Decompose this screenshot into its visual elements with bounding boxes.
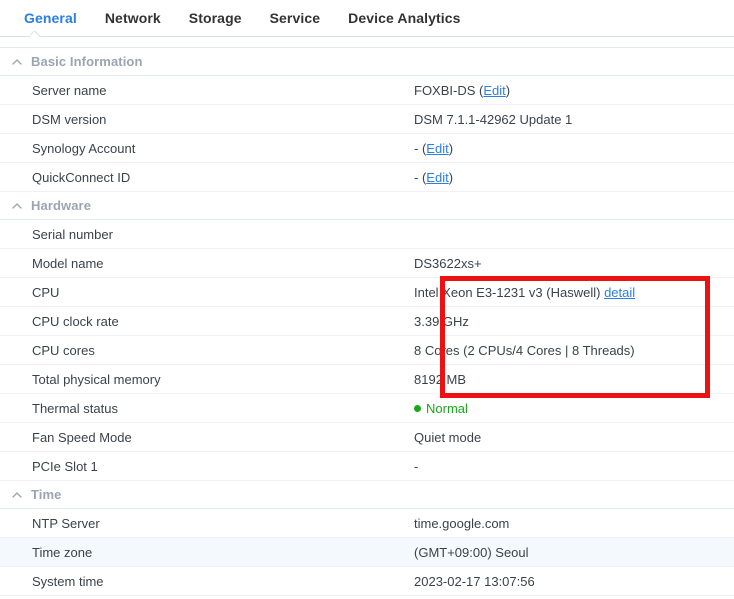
system-info-page: General Network Storage Service Device Analy… — [0, 0, 734, 599]
info-row: DSM version DSM 7.1.1-42962 Update 1 — [0, 105, 734, 134]
chevron-up-icon[interactable] — [10, 488, 24, 502]
info-row-label: Synology Account — [32, 140, 136, 156]
edit-link[interactable]: Edit — [483, 83, 505, 98]
info-row-label: Fan Speed Mode — [32, 429, 132, 445]
edit-link[interactable]: Edit — [426, 141, 448, 156]
info-row-value: 8192 MB — [414, 372, 734, 387]
active-tab-pointer-icon — [30, 31, 41, 37]
status-dot-icon — [414, 404, 421, 412]
info-row-value-text: 2023-02-17 13:07:56 — [414, 573, 535, 589]
info-row: QuickConnect ID - (Edit) — [0, 163, 734, 192]
info-row-label: Serial number — [32, 226, 113, 242]
info-row: Server name FOXBI-DS (Edit) — [0, 76, 734, 105]
info-row: PCIe Slot 1 - — [0, 452, 734, 481]
info-row: Total physical memory 8192 MB — [0, 365, 734, 394]
info-row-label: Time zone — [32, 544, 93, 560]
section-title: Time — [31, 487, 62, 502]
info-row-value-text: - — [414, 458, 419, 474]
tab-service[interactable]: Service — [256, 0, 335, 36]
info-row-value: Intel Xeon E3-1231 v3 (Haswell) detail — [414, 285, 734, 300]
info-row-label: Server name — [32, 82, 107, 98]
info-row-label: CPU — [32, 284, 60, 300]
info-row: Serial number — [0, 220, 734, 249]
info-panel: Basic Information Server name FOXBI-DS (Ed… — [0, 48, 734, 596]
info-row: System time 2023-02-17 13:07:56 — [0, 567, 734, 596]
section-header-time[interactable]: Time — [0, 481, 734, 509]
info-row-value-text: DS3622xs+ — [414, 255, 482, 271]
info-row: Synology Account - (Edit) — [0, 134, 734, 163]
info-row-value-text: Quiet mode — [414, 429, 482, 445]
detail-link[interactable]: detail — [604, 285, 635, 300]
info-row-label: QuickConnect ID — [32, 169, 131, 185]
info-row-value-text: 8 Cores (2 CPUs/4 Cores | 8 Threads) — [414, 342, 635, 358]
chevron-up-icon[interactable] — [10, 199, 24, 213]
tab-bar-gap — [0, 37, 734, 47]
info-row-value: DSM 7.1.1-42962 Update 1 — [414, 112, 734, 127]
info-row-value: DS3622xs+ — [414, 256, 734, 271]
info-row: Model name DS3622xs+ — [0, 249, 734, 278]
info-row-value: - (Edit) — [414, 170, 734, 185]
section-title: Hardware — [31, 198, 92, 213]
info-row-value-text: FOXBI-DS — [414, 82, 476, 98]
info-row-label: Total physical memory — [32, 371, 161, 387]
chevron-up-icon[interactable] — [10, 55, 24, 69]
tab-network[interactable]: Network — [91, 0, 175, 36]
info-row-value-text: (GMT+09:00) Seoul — [414, 544, 529, 560]
info-row-label: Thermal status — [32, 400, 118, 416]
info-row-value: 2023-02-17 13:07:56 — [414, 574, 734, 589]
section-header-basic-information[interactable]: Basic Information — [0, 48, 734, 76]
edit-link[interactable]: Edit — [426, 170, 448, 185]
info-row-label: NTP Server — [32, 515, 100, 531]
info-row-value: 8 Cores (2 CPUs/4 Cores | 8 Threads) — [414, 343, 734, 358]
section-title: Basic Information — [31, 54, 143, 69]
info-row: Fan Speed Mode Quiet mode — [0, 423, 734, 452]
tab-bar-underline — [0, 36, 734, 37]
info-row: NTP Server time.google.com — [0, 509, 734, 538]
info-row-value: FOXBI-DS (Edit) — [414, 83, 734, 98]
info-row-label: DSM version — [32, 111, 107, 127]
tab-storage[interactable]: Storage — [175, 0, 256, 36]
info-row-value: - — [414, 459, 734, 474]
info-row-label: Model name — [32, 255, 104, 271]
info-row-value-text: DSM 7.1.1-42962 Update 1 — [414, 111, 573, 127]
info-row: CPU cores 8 Cores (2 CPUs/4 Cores | 8 Thr… — [0, 336, 734, 365]
info-row-label: PCIe Slot 1 — [32, 458, 98, 474]
tab-device-analytics[interactable]: Device Analytics — [334, 0, 474, 36]
tab-general[interactable]: General — [10, 0, 91, 36]
info-row-value-text: time.google.com — [414, 515, 510, 531]
info-row: Time zone (GMT+09:00) Seoul — [0, 538, 734, 567]
tab-bar: General Network Storage Service Device Analy… — [0, 0, 734, 36]
info-row-value-text: Intel Xeon E3-1231 v3 (Haswell) — [414, 284, 601, 300]
info-row-label: System time — [32, 573, 104, 589]
section-header-hardware[interactable]: Hardware — [0, 192, 734, 220]
info-row-value-text: 3.39 GHz — [414, 313, 469, 329]
value-link-suffix: ) — [448, 169, 454, 185]
info-row: CPU clock rate 3.39 GHz — [0, 307, 734, 336]
value-link-suffix: ) — [505, 82, 511, 98]
info-row-value-text: 8192 MB — [414, 371, 467, 387]
info-row-value: 3.39 GHz — [414, 314, 734, 329]
info-row-value: time.google.com — [414, 516, 734, 531]
info-row: Thermal status Normal — [0, 394, 734, 423]
info-row: CPU Intel Xeon E3-1231 v3 (Haswell) detai… — [0, 278, 734, 307]
info-row-value: Normal — [414, 401, 734, 416]
value-link-suffix: ) — [448, 140, 454, 156]
info-row-value: - (Edit) — [414, 141, 734, 156]
info-row-label: CPU clock rate — [32, 313, 119, 329]
info-row-value: Quiet mode — [414, 430, 734, 445]
info-row-label: CPU cores — [32, 342, 95, 358]
status-badge: Normal — [426, 400, 468, 416]
info-row-value: (GMT+09:00) Seoul — [414, 545, 734, 560]
